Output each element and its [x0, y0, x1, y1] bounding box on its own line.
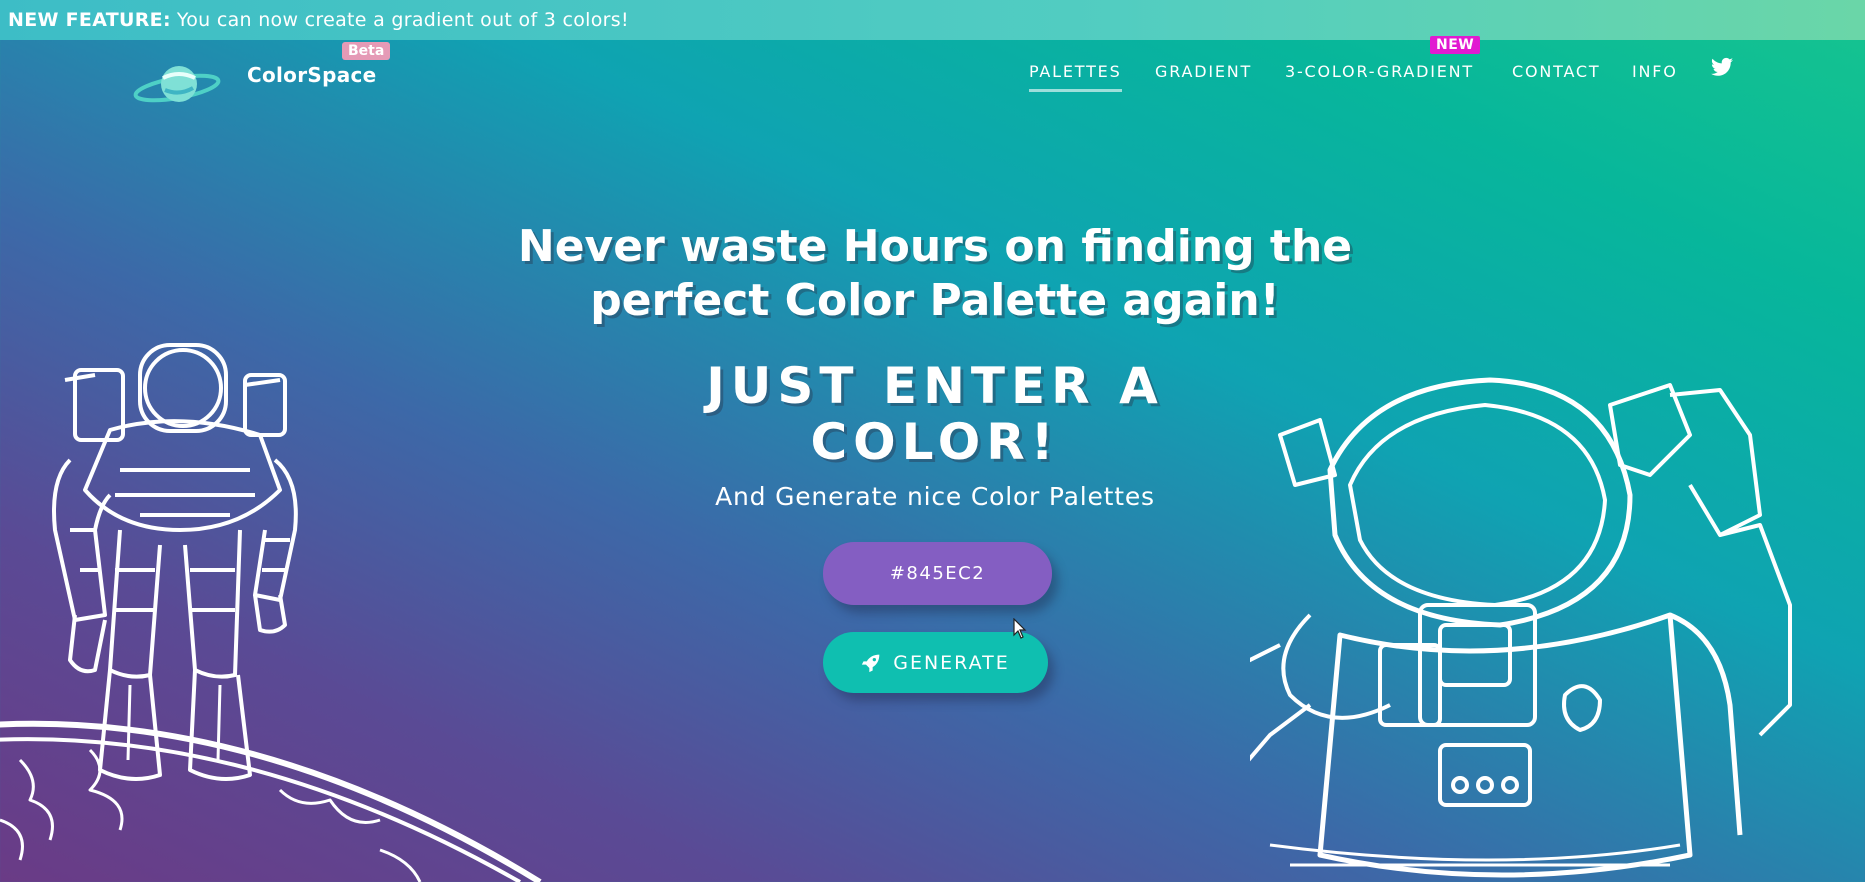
nav-contact[interactable]: CONTACT [1512, 62, 1600, 89]
hero-cta-line2: COLOR! [810, 413, 1060, 471]
nav-3-color-gradient[interactable]: 3-COLOR-GRADIENT [1285, 62, 1474, 89]
hero-headline-line1: Never waste Hours on finding the [517, 221, 1353, 272]
mouse-cursor-icon [1013, 618, 1027, 639]
hero-cta-line1: JUST ENTER A [706, 357, 1164, 415]
banner-label: NEW FEATURE: [8, 9, 171, 31]
hero-headline: Never waste Hours on finding the perfect… [0, 220, 1865, 328]
hero-subtitle: And Generate nice Color Palettes [715, 482, 1155, 511]
nav-gradient[interactable]: GRADIENT [1155, 62, 1252, 89]
color-input[interactable] [823, 542, 1052, 605]
new-badge: NEW [1430, 36, 1481, 54]
banner-text: You can now create a gradient out of 3 c… [176, 9, 629, 31]
brand-name[interactable]: ColorSpace [247, 63, 377, 87]
generate-label: GENERATE [893, 651, 1010, 674]
planet-logo-icon[interactable] [132, 54, 222, 114]
rocket-icon [862, 654, 880, 672]
generate-button[interactable]: GENERATE [823, 632, 1048, 693]
nav-info[interactable]: INFO [1632, 62, 1678, 89]
hero-cta-title: JUST ENTER A COLOR! [0, 358, 1865, 470]
navbar: ColorSpace Beta PALETTES GRADIENT 3-COLO… [0, 36, 1865, 150]
twitter-icon[interactable] [1711, 57, 1733, 77]
feature-banner: NEW FEATURE: You can now create a gradie… [0, 0, 1865, 40]
beta-badge: Beta [342, 42, 391, 60]
nav-palettes[interactable]: PALETTES [1029, 62, 1122, 92]
hero-headline-line2: perfect Color Palette again! [590, 275, 1280, 326]
